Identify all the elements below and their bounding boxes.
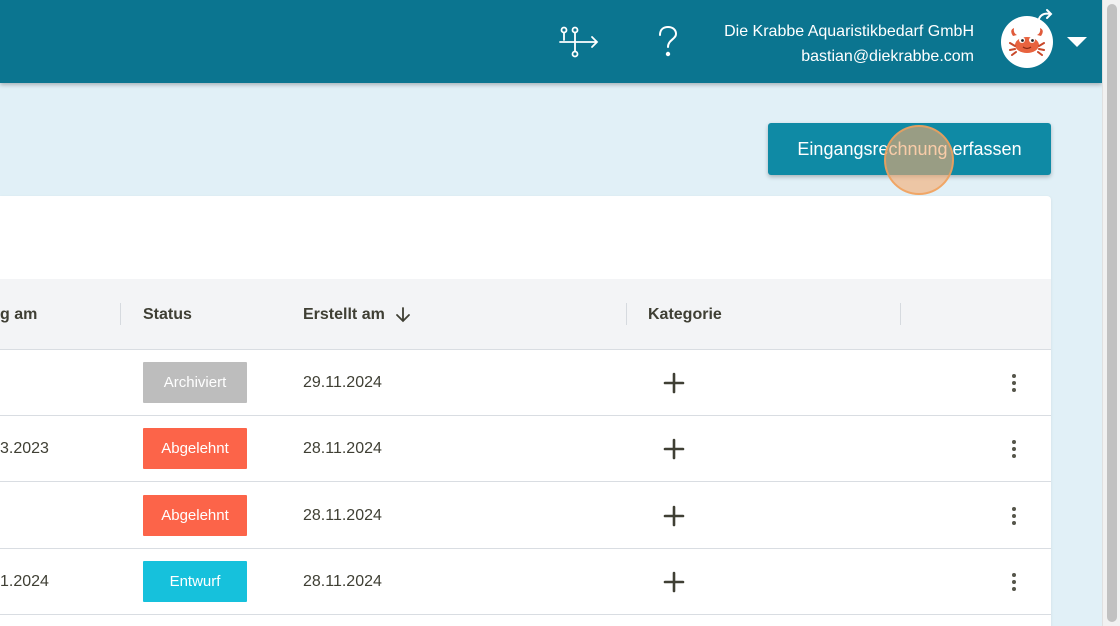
refresh-icon[interactable]: [1034, 8, 1058, 35]
status-badge: Archiviert: [143, 362, 247, 403]
help-icon[interactable]: [646, 20, 690, 64]
column-header-status[interactable]: Status: [143, 279, 192, 350]
table-row[interactable]: 3.2023 Abgelehnt 28.11.2024: [0, 416, 1051, 482]
column-header-created-label: Erstellt am: [303, 305, 385, 323]
column-divider[interactable]: [626, 303, 627, 325]
account-info[interactable]: Die Krabbe Aquaristikbedarf GmbH bastian…: [724, 19, 974, 69]
add-category-icon[interactable]: [662, 371, 686, 395]
arrow-down-icon[interactable]: [393, 305, 413, 325]
row-menu-icon[interactable]: [1002, 568, 1026, 596]
table-header: g am Status Erstellt am Kategorie: [0, 279, 1051, 350]
table-row[interactable]: Archiviert 29.11.2024: [0, 350, 1051, 416]
cell-created: 28.11.2024: [303, 573, 382, 590]
top-bar: Die Krabbe Aquaristikbedarf GmbH bastian…: [0, 0, 1102, 83]
status-badge: Entwurf: [143, 561, 247, 602]
cell-created: 28.11.2024: [303, 440, 382, 457]
status-badge: Abgelehnt: [143, 428, 247, 469]
row-menu-icon[interactable]: [1002, 435, 1026, 463]
cell-created: 28.11.2024: [303, 507, 382, 524]
company-name: Die Krabbe Aquaristikbedarf GmbH: [724, 23, 974, 40]
column-divider[interactable]: [900, 303, 901, 325]
scrollbar-thumb[interactable]: [1107, 4, 1117, 622]
cell-date: 1.2024: [0, 573, 49, 590]
cell-created: 29.11.2024: [303, 374, 382, 391]
row-menu-icon[interactable]: [1002, 369, 1026, 397]
column-header-created[interactable]: Erstellt am: [303, 279, 413, 350]
status-badge: Abgelehnt: [143, 495, 247, 536]
column-divider[interactable]: [120, 303, 121, 325]
table-row[interactable]: 1.2024 Entwurf 28.11.2024: [0, 549, 1051, 615]
column-header-date[interactable]: g am: [0, 279, 37, 350]
user-email: bastian@diekrabbe.com: [801, 48, 974, 65]
add-category-icon[interactable]: [662, 437, 686, 461]
scrollbar[interactable]: [1102, 0, 1120, 626]
add-category-icon[interactable]: [662, 504, 686, 528]
add-category-icon[interactable]: [662, 570, 686, 594]
table-row[interactable]: Abgelehnt 28.11.2024: [0, 483, 1051, 549]
workflow-icon[interactable]: [557, 20, 601, 64]
cell-date: 3.2023: [0, 440, 49, 457]
column-header-category[interactable]: Kategorie: [648, 279, 722, 350]
chevron-down-icon[interactable]: [1067, 37, 1087, 47]
invoice-table-card: g am Status Erstellt am Kategorie Archiv…: [0, 196, 1051, 626]
create-incoming-invoice-button[interactable]: Eingangsrechnung erfassen: [768, 123, 1051, 175]
row-menu-icon[interactable]: [1002, 502, 1026, 530]
